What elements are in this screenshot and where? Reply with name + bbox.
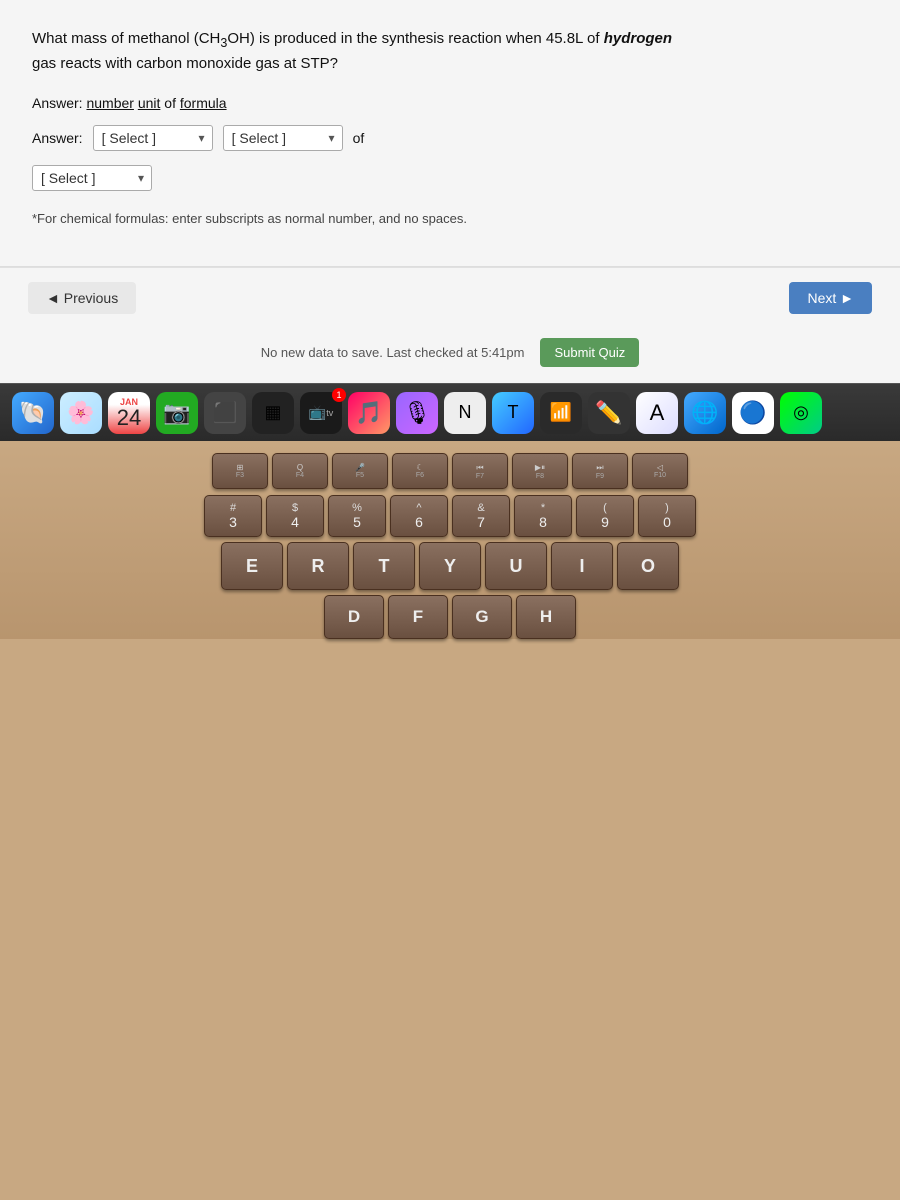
key-hash-3[interactable]: #3 <box>204 495 262 537</box>
key-f9[interactable]: ⏭F9 <box>572 453 628 489</box>
key-star-8[interactable]: *8 <box>514 495 572 537</box>
fn-key-row: ⊞F3 QF4 🎤F5 ☾F6 ⏮F7 ▶⏸F8 ⏭F9 ◁F10 <box>0 453 900 489</box>
status-row: No new data to save. Last checked at 5:4… <box>0 328 900 383</box>
dock-icon-news[interactable]: N <box>444 392 486 434</box>
number-key-row: #3 $4 %5 ^6 &7 *8 (9 )0 <box>0 495 900 537</box>
dock-icon-translate[interactable]: T <box>492 392 534 434</box>
key-dollar-4[interactable]: $4 <box>266 495 324 537</box>
key-f8[interactable]: ▶⏸F8 <box>512 453 568 489</box>
key-h[interactable]: H <box>516 595 576 639</box>
dock-icon-app1[interactable]: ⬛ <box>204 392 246 434</box>
dock-icon-calendar[interactable]: JAN 24 <box>108 392 150 434</box>
key-o[interactable]: O <box>617 542 679 590</box>
dock-icon-photo[interactable]: 🌸 <box>60 392 102 434</box>
key-f4[interactable]: QF4 <box>272 453 328 489</box>
dock-icon-chrome[interactable]: 🔵 <box>732 392 774 434</box>
next-button[interactable]: Next ► <box>789 282 872 314</box>
dock-icon-edit[interactable]: ✏️ <box>588 392 630 434</box>
taskbar: 🐚 🌸 JAN 24 📷 ⬛ ▦ 📺tv 1 🎵 🎙 N T 📶 ✏️ A 🌐 … <box>0 383 900 441</box>
dock-icon-app2[interactable]: ▦ <box>252 392 294 434</box>
letter-row-2: D F G H <box>0 595 900 639</box>
key-f6[interactable]: ☾F6 <box>392 453 448 489</box>
select-formula[interactable]: [ Select ] <box>32 165 152 191</box>
quiz-container: What mass of methanol (CH3OH) is produce… <box>0 0 900 267</box>
key-t[interactable]: T <box>353 542 415 590</box>
key-lparen-9[interactable]: (9 <box>576 495 634 537</box>
dock-icon-podcasts[interactable]: 🎙 <box>396 392 438 434</box>
formula-note: *For chemical formulas: enter subscripts… <box>32 211 868 226</box>
submit-quiz-button[interactable]: Submit Quiz <box>540 338 639 367</box>
dock-icon-appletv[interactable]: 📺tv 1 <box>300 392 342 434</box>
key-u[interactable]: U <box>485 542 547 590</box>
key-percent-5[interactable]: %5 <box>328 495 386 537</box>
key-r[interactable]: R <box>287 542 349 590</box>
dock-icon-facetime[interactable]: 📷 <box>156 392 198 434</box>
key-g[interactable]: G <box>452 595 512 639</box>
dock-icon-music[interactable]: 🎵 <box>348 392 390 434</box>
key-d[interactable]: D <box>324 595 384 639</box>
answer-row-1: Answer: [ Select ] [ Select ] of <box>32 125 868 151</box>
select-number-wrapper: [ Select ] <box>93 125 213 151</box>
dock-badge: 1 <box>332 388 346 402</box>
key-f7[interactable]: ⏮F7 <box>452 453 508 489</box>
dock-icon-dict[interactable]: A <box>636 392 678 434</box>
keyboard-area: ⊞F3 QF4 🎤F5 ☾F6 ⏮F7 ▶⏸F8 ⏭F9 ◁F10 #3 $4 … <box>0 441 900 639</box>
previous-button[interactable]: ◄ Previous <box>28 282 136 314</box>
key-e[interactable]: E <box>221 542 283 590</box>
key-f[interactable]: F <box>388 595 448 639</box>
nav-row: ◄ Previous Next ► <box>0 267 900 328</box>
dock-icon-signal[interactable]: 📶 <box>540 392 582 434</box>
select-formula-wrapper: [ Select ] <box>32 165 152 191</box>
dock-icon-meet[interactable]: ◎ <box>780 392 822 434</box>
key-f3[interactable]: ⊞F3 <box>212 453 268 489</box>
key-amp-7[interactable]: &7 <box>452 495 510 537</box>
of-text: of <box>353 130 365 146</box>
answer-label: Answer: <box>32 130 83 146</box>
key-i[interactable]: I <box>551 542 613 590</box>
key-f10[interactable]: ◁F10 <box>632 453 688 489</box>
key-y[interactable]: Y <box>419 542 481 590</box>
answer-row-2: [ Select ] <box>32 165 868 191</box>
select-number[interactable]: [ Select ] <box>93 125 213 151</box>
select-unit-wrapper: [ Select ] <box>223 125 343 151</box>
key-rparen-0[interactable]: )0 <box>638 495 696 537</box>
select-unit[interactable]: [ Select ] <box>223 125 343 151</box>
answer-format-label: Answer: number unit of formula <box>32 95 868 111</box>
status-text: No new data to save. Last checked at 5:4… <box>261 345 525 360</box>
dock-icon-globe[interactable]: 🌐 <box>684 392 726 434</box>
dock-icon-finder[interactable]: 🐚 <box>12 392 54 434</box>
question-text: What mass of methanol (CH3OH) is produce… <box>32 28 868 75</box>
key-f5[interactable]: 🎤F5 <box>332 453 388 489</box>
letter-row-1: E R T Y U I O <box>0 542 900 590</box>
key-caret-6[interactable]: ^6 <box>390 495 448 537</box>
